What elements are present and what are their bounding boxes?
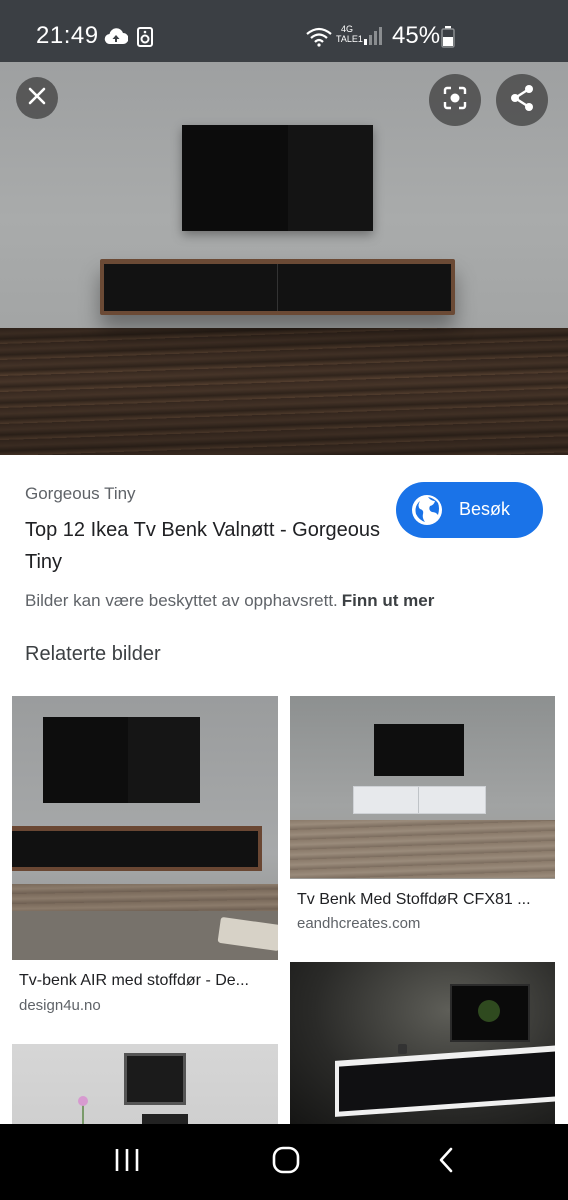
wifi-icon	[305, 27, 333, 52]
source-name[interactable]: Gorgeous Tiny	[25, 484, 136, 504]
thumb-tv	[124, 1053, 186, 1105]
battery-percent: 45%	[392, 22, 441, 49]
thumb-soundbar	[142, 1114, 188, 1124]
battery-icon	[441, 26, 455, 53]
main-image[interactable]	[0, 62, 568, 455]
carrier-name: TALE1	[336, 34, 363, 44]
visit-label: Besøk	[459, 499, 511, 519]
learn-more-link[interactable]: Finn ut mer	[342, 591, 435, 610]
related-card[interactable]	[12, 1044, 278, 1124]
thumb-bench	[353, 786, 486, 814]
related-card-title: Tv Benk Med StoffdøR CFX81 ...	[297, 891, 531, 908]
thumb-tv	[450, 984, 530, 1042]
back-icon	[436, 1146, 456, 1179]
copyright-text: Bilder kan være beskyttet av opphavsrett…	[25, 591, 338, 610]
thumb-bench	[335, 1045, 555, 1117]
related-thumbnail[interactable]	[290, 962, 555, 1124]
related-card-domain: eandhcreates.com	[297, 915, 421, 932]
speaker-icon	[137, 27, 153, 52]
close-icon	[28, 87, 46, 110]
image-title[interactable]: Top 12 Ikea Tv Benk Valnøtt - Gorgeous T…	[25, 514, 385, 578]
status-bar: 21:49 4G TALE1 45%	[0, 0, 568, 62]
globe-icon	[411, 494, 443, 531]
image-floor-shade	[0, 328, 568, 455]
visit-button[interactable]: Besøk	[396, 482, 543, 538]
image-tv-bench	[100, 259, 455, 315]
google-lens-button[interactable]	[429, 74, 481, 126]
related-card[interactable]: Tv Benk Med StoffdøR CFX81 ... eandhcrea…	[290, 696, 555, 946]
thumb-floor	[290, 820, 555, 878]
copyright-notice: Bilder kan være beskyttet av opphavsrett…	[25, 591, 434, 611]
related-card-title: Tv-benk AIR med stoffdør - De...	[19, 972, 249, 989]
status-time: 21:49	[36, 22, 99, 49]
related-thumbnail[interactable]	[12, 1044, 278, 1124]
signal-icon	[363, 27, 383, 50]
related-images-heading: Relaterte bilder	[25, 643, 161, 665]
home-icon	[271, 1145, 301, 1180]
share-icon	[509, 84, 535, 117]
recent-apps-icon	[113, 1147, 141, 1178]
close-button[interactable]	[16, 77, 58, 119]
system-nav-bar	[0, 1124, 568, 1200]
image-bench-front	[104, 264, 451, 311]
screen: 21:49 4G TALE1 45% Gorgeous Tiny Top 12 …	[0, 0, 568, 1200]
back-button[interactable]	[416, 1138, 476, 1186]
google-lens-icon	[442, 85, 468, 116]
thumb-tv	[43, 717, 200, 803]
related-card[interactable]: Tv-benk AIR med stoffdør - De... design4…	[12, 696, 278, 1021]
thumb-tv	[374, 724, 464, 776]
thumb-plant	[78, 1096, 88, 1106]
thumb-vase	[398, 1044, 407, 1054]
recent-apps-button[interactable]	[97, 1138, 157, 1186]
related-thumbnail[interactable]	[12, 696, 278, 960]
network-type: 4G	[341, 24, 354, 34]
thumb-plant-stem	[82, 1104, 84, 1124]
share-button[interactable]	[496, 74, 548, 126]
related-card[interactable]	[290, 962, 555, 1124]
image-tv	[182, 125, 373, 231]
home-button[interactable]	[256, 1138, 316, 1186]
related-thumbnail[interactable]	[290, 696, 555, 879]
related-card-domain: design4u.no	[19, 997, 101, 1014]
network-label: 4G TALE1	[336, 24, 363, 44]
cloud-upload-icon	[104, 28, 129, 51]
thumb-bench	[12, 826, 262, 871]
